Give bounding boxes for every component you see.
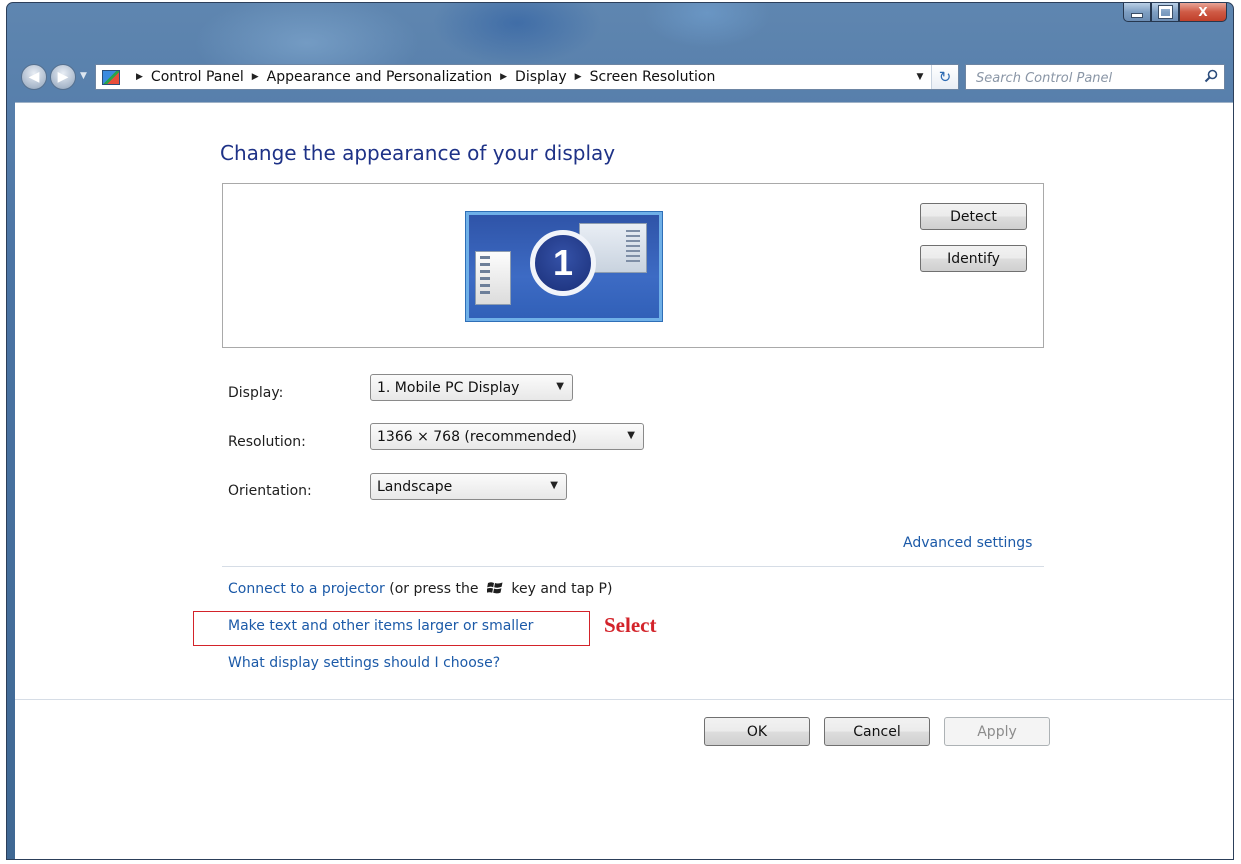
orientation-select-value: Landscape [377,478,453,495]
resolution-select[interactable]: 1366 × 768 (recommended) ▼ [370,423,644,450]
breadcrumb-arrow-icon[interactable]: ▶ [500,72,507,82]
display-label: Display: [228,385,284,401]
forward-button[interactable]: ▶ [50,64,76,90]
projector-hint-text: (or press the [389,581,479,597]
orientation-select[interactable]: Landscape ▼ [370,473,567,500]
close-button[interactable]: X [1179,3,1227,22]
chevron-down-icon: ▼ [627,430,635,441]
search-input[interactable] [974,66,1198,90]
monitor-1-tile[interactable]: 1 [466,212,662,321]
breadcrumb-item-screen-resolution[interactable]: Screen Resolution [590,69,716,85]
window-frame: X ◀ ▶ ▼ ▶ Control Panel ▶ Appearance and… [6,2,1234,860]
identify-button[interactable]: Identify [920,245,1027,272]
projector-line: Connect to a projector (or press the key… [228,581,612,597]
address-dropdown-icon[interactable]: ▼ [910,65,930,89]
resolution-select-value: 1366 × 768 (recommended) [377,428,577,445]
recent-pages-dropdown[interactable]: ▼ [80,71,87,81]
breadcrumb-item-display[interactable]: Display [515,69,567,85]
back-button[interactable]: ◀ [21,64,47,90]
caption-buttons: X [1123,3,1227,22]
breadcrumb: ▶ Control Panel ▶ Appearance and Persona… [128,69,715,85]
control-panel-icon [102,69,120,85]
back-arrow-icon: ◀ [28,69,40,85]
content-area: Change the appearance of your display 1 … [15,102,1233,859]
advanced-settings-link[interactable]: Advanced settings [903,535,1032,551]
breadcrumb-item-control-panel[interactable]: Control Panel [151,69,244,85]
navigation-bar: ◀ ▶ ▼ ▶ Control Panel ▶ Appearance and P… [21,62,1225,94]
apply-button[interactable]: Apply [944,717,1050,746]
close-icon: X [1198,5,1208,19]
resolution-label: Resolution: [228,434,306,450]
minimize-icon [1131,12,1143,18]
projector-hint-text: key and tap P) [511,581,613,597]
breadcrumb-arrow-icon: ▶ [136,72,143,82]
annotation-select-label: Select [604,613,657,637]
connect-projector-link[interactable]: Connect to a projector [228,581,385,597]
detect-button[interactable]: Detect [920,203,1027,230]
refresh-icon[interactable]: ↻ [931,65,958,89]
chevron-down-icon: ▼ [550,480,558,491]
breadcrumb-arrow-icon[interactable]: ▶ [575,72,582,82]
display-preview-panel: 1 Detect Identify [222,183,1044,348]
minimize-button[interactable] [1123,3,1151,22]
forward-arrow-icon: ▶ [57,69,69,85]
page-title: Change the appearance of your display [220,141,616,165]
cancel-button[interactable]: Cancel [824,717,930,746]
text-size-link[interactable]: Make text and other items larger or smal… [228,618,533,634]
monitor-number: 1 [530,230,596,296]
breadcrumb-arrow-icon[interactable]: ▶ [252,72,259,82]
breadcrumb-item-appearance[interactable]: Appearance and Personalization [267,69,492,85]
footer-divider [15,699,1233,700]
monitor-window-graphic [475,251,511,305]
display-settings-help-link[interactable]: What display settings should I choose? [228,655,500,671]
chevron-down-icon: ▼ [556,381,564,392]
maximize-button[interactable] [1151,3,1179,22]
search-box[interactable] [965,64,1225,90]
divider [222,566,1044,567]
maximize-icon [1157,5,1173,19]
address-bar[interactable]: ▶ Control Panel ▶ Appearance and Persona… [95,64,959,90]
search-icon[interactable] [1204,69,1218,83]
display-select[interactable]: 1. Mobile PC Display ▼ [370,374,573,401]
ok-button[interactable]: OK [704,717,810,746]
windows-logo-icon [486,582,503,594]
orientation-label: Orientation: [228,483,312,499]
display-select-value: 1. Mobile PC Display [377,379,520,396]
